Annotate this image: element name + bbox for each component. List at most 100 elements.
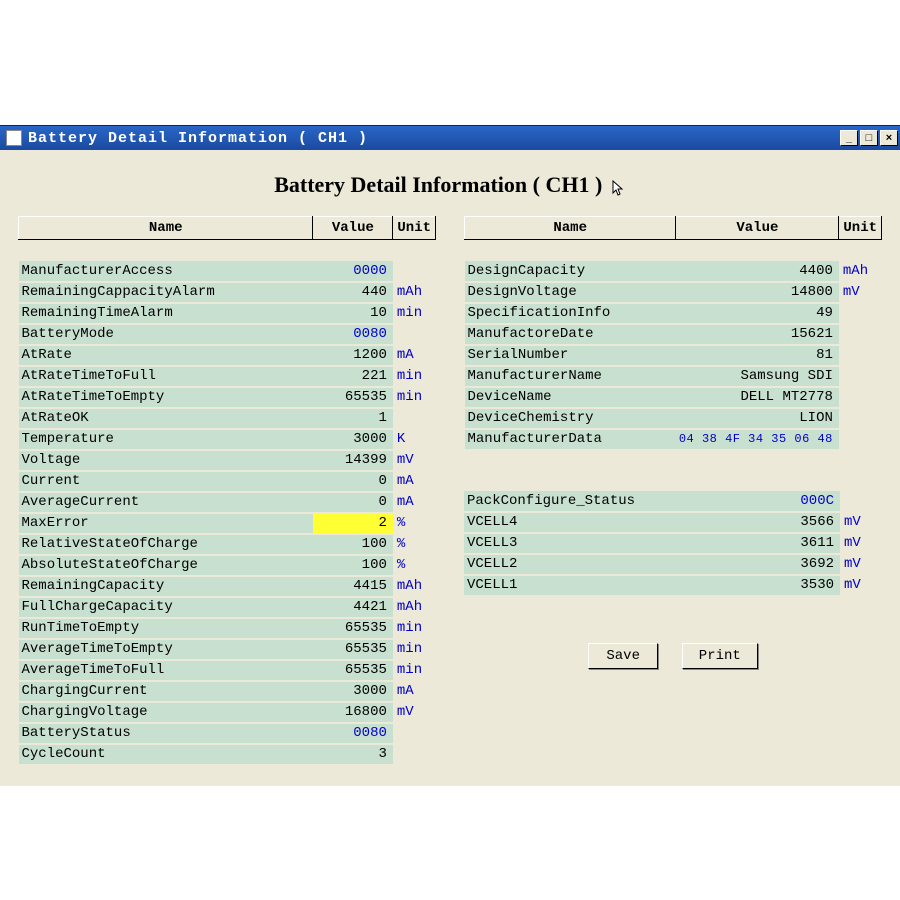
left-table: Name Value Unit ManufacturerAccess0000Re… (18, 216, 436, 766)
table-row: Voltage14399mV (19, 450, 436, 471)
cell-unit: % (393, 555, 436, 576)
cell-unit: mAh (393, 282, 436, 303)
print-button[interactable]: Print (682, 643, 758, 669)
cell-unit (839, 303, 882, 324)
table-row: RemainingCappacityAlarm440mAh (19, 282, 436, 303)
table-row: RemainingCapacity4415mAh (19, 576, 436, 597)
table-row: VCELL23692mV (464, 554, 882, 575)
cell-value[interactable]: DELL MT2778 (676, 387, 839, 408)
cell-name: DeviceName (465, 387, 676, 408)
cell-value[interactable]: 0000 (313, 261, 393, 282)
cell-value[interactable]: 1 (313, 408, 393, 429)
cell-value[interactable]: 10 (313, 303, 393, 324)
cell-unit (839, 345, 882, 366)
cell-name: AtRateTimeToEmpty (19, 387, 313, 408)
cell-unit: min (393, 660, 436, 681)
left-panel: Name Value Unit ManufacturerAccess0000Re… (18, 216, 436, 766)
cell-value[interactable]: 3611 (730, 533, 840, 554)
cell-value[interactable]: 0080 (313, 324, 393, 345)
save-button[interactable]: Save (588, 643, 658, 669)
cell-value[interactable]: 440 (313, 282, 393, 303)
cell-name: VCELL3 (464, 533, 730, 554)
table-row: BatteryStatus0080 (19, 723, 436, 744)
right-panel: Name Value Unit DesignCapacity4400mAhDes… (464, 216, 882, 766)
cell-unit: min (393, 639, 436, 660)
cell-name: DesignVoltage (465, 282, 676, 303)
cursor-icon (612, 178, 626, 196)
cell-value[interactable]: 16800 (313, 702, 393, 723)
cell-value[interactable]: 3000 (313, 429, 393, 450)
cell-value[interactable]: 4415 (313, 576, 393, 597)
table-row: Current0mA (19, 471, 436, 492)
cell-unit: min (393, 387, 436, 408)
cell-name: ManufacturerAccess (19, 261, 313, 282)
cell-unit: % (393, 513, 436, 534)
cell-value[interactable]: 65535 (313, 639, 393, 660)
cell-value[interactable]: 49 (676, 303, 839, 324)
table-row: RunTimeToEmpty65535min (19, 618, 436, 639)
cell-value[interactable]: 14399 (313, 450, 393, 471)
cell-value[interactable]: 4400 (676, 261, 839, 282)
cell-value[interactable]: 14800 (676, 282, 839, 303)
table-row: AverageCurrent0mA (19, 492, 436, 513)
right-table-b: PackConfigure_Status000CVCELL43566mVVCEL… (464, 491, 882, 597)
cell-unit (393, 261, 436, 282)
table-row: ManufacturerData04 38 4F 34 35 06 48 (465, 429, 882, 450)
cell-value[interactable]: 3692 (730, 554, 840, 575)
cell-value[interactable]: 0 (313, 492, 393, 513)
cell-unit (393, 744, 436, 765)
cell-value[interactable]: 3566 (730, 512, 840, 533)
cell-value[interactable]: 4421 (313, 597, 393, 618)
cell-name: AverageTimeToFull (19, 660, 313, 681)
table-row: FullChargeCapacity4421mAh (19, 597, 436, 618)
cell-unit: mV (840, 533, 882, 554)
cell-name: RemainingTimeAlarm (19, 303, 313, 324)
cell-value[interactable]: 3 (313, 744, 393, 765)
cell-unit: mV (840, 554, 882, 575)
cell-value[interactable]: 0080 (313, 723, 393, 744)
minimize-button[interactable]: _ (840, 130, 858, 146)
cell-unit: % (393, 534, 436, 555)
cell-name: VCELL4 (464, 512, 730, 533)
cell-unit (839, 429, 882, 450)
cell-value[interactable]: 100 (313, 555, 393, 576)
cell-value[interactable]: 3530 (730, 575, 840, 596)
cell-value[interactable]: 65535 (313, 618, 393, 639)
cell-value[interactable]: 81 (676, 345, 839, 366)
close-button[interactable]: × (880, 130, 898, 146)
cell-unit (839, 366, 882, 387)
cell-value[interactable]: LION (676, 408, 839, 429)
cell-value[interactable]: 3000 (313, 681, 393, 702)
cell-value[interactable]: 000C (730, 491, 840, 512)
cell-value[interactable]: 65535 (313, 387, 393, 408)
header-value: Value (313, 217, 393, 240)
cell-value[interactable]: 04 38 4F 34 35 06 48 (676, 429, 839, 450)
cell-name: Current (19, 471, 313, 492)
cell-value[interactable]: 100 (313, 534, 393, 555)
table-row: DeviceChemistryLION (465, 408, 882, 429)
cell-value[interactable]: 15621 (676, 324, 839, 345)
cell-unit: min (393, 618, 436, 639)
cell-unit: mV (840, 512, 882, 533)
cell-unit: mV (839, 282, 882, 303)
header-unit: Unit (393, 217, 436, 240)
cell-name: Voltage (19, 450, 313, 471)
cell-value[interactable]: Samsung SDI (676, 366, 839, 387)
cell-name: BatteryStatus (19, 723, 313, 744)
cell-unit (393, 408, 436, 429)
titlebar[interactable]: Battery Detail Information ( CH1 ) _ □ × (0, 126, 900, 150)
maximize-button[interactable]: □ (860, 130, 878, 146)
cell-value[interactable]: 2 (313, 513, 393, 534)
page-title: Battery Detail Information ( CH1 ) (18, 162, 882, 216)
header-name: Name (465, 217, 676, 240)
cell-value[interactable]: 0 (313, 471, 393, 492)
cell-value[interactable]: 1200 (313, 345, 393, 366)
table-row: ChargingVoltage16800mV (19, 702, 436, 723)
window: Battery Detail Information ( CH1 ) _ □ ×… (0, 125, 900, 786)
cell-value[interactable]: 65535 (313, 660, 393, 681)
cell-name: DesignCapacity (465, 261, 676, 282)
cell-value[interactable]: 221 (313, 366, 393, 387)
cell-unit (393, 723, 436, 744)
cell-unit: mAh (393, 597, 436, 618)
cell-name: RemainingCapacity (19, 576, 313, 597)
